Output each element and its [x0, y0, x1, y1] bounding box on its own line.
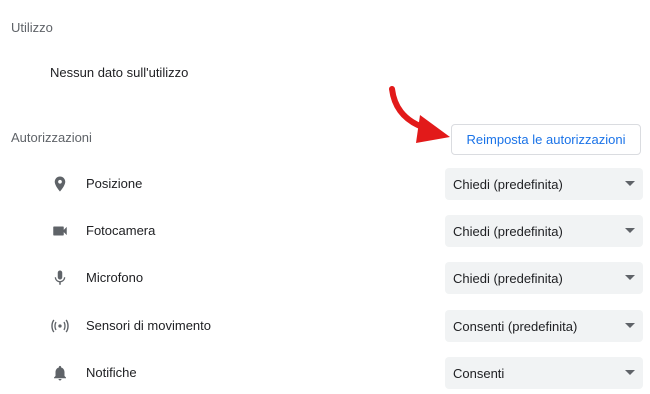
permission-label: Microfono: [86, 270, 144, 285]
usage-text: Nessun dato sull'utilizzo: [50, 65, 189, 80]
motion-sensor-icon: [50, 316, 70, 336]
permission-select-motion-sensors[interactable]: Consenti (predefinita): [445, 310, 643, 342]
permission-label: Notifiche: [86, 365, 137, 380]
red-arrow-annotation: [389, 86, 450, 143]
location-pin-icon: [50, 174, 70, 194]
permission-select-microphone[interactable]: Chiedi (predefinita): [445, 262, 643, 294]
permissions-section-title: Autorizzazioni: [11, 130, 92, 145]
dropdown-arrow-icon: [625, 275, 635, 280]
select-value: Chiedi (predefinita): [453, 270, 563, 286]
permission-label: Posizione: [86, 176, 143, 191]
permission-row-microphone: Microfono Chiedi (predefinita): [0, 262, 650, 294]
bell-icon: [50, 363, 70, 383]
dropdown-arrow-icon: [625, 228, 635, 233]
permission-label: Sensori di movimento: [86, 318, 211, 333]
permission-row-location: Posizione Chiedi (predefinita): [0, 168, 650, 200]
select-value: Consenti (predefinita): [453, 318, 578, 334]
dropdown-arrow-icon: [625, 370, 635, 375]
reset-permissions-button[interactable]: Reimposta le autorizzazioni: [451, 124, 641, 155]
dropdown-arrow-icon: [625, 181, 635, 186]
permission-select-notifications[interactable]: Consenti: [445, 357, 643, 389]
dropdown-arrow-icon: [625, 323, 635, 328]
permission-select-camera[interactable]: Chiedi (predefinita): [445, 215, 643, 247]
permission-row-motion-sensors: Sensori di movimento Consenti (predefini…: [0, 310, 650, 342]
camera-icon: [50, 221, 70, 241]
select-value: Chiedi (predefinita): [453, 176, 563, 192]
microphone-icon: [50, 268, 70, 288]
permission-row-camera: Fotocamera Chiedi (predefinita): [0, 215, 650, 247]
select-value: Chiedi (predefinita): [453, 223, 563, 239]
permission-row-notifications: Notifiche Consenti: [0, 357, 650, 389]
usage-section-title: Utilizzo: [11, 20, 53, 35]
select-value: Consenti: [453, 365, 505, 381]
permission-select-location[interactable]: Chiedi (predefinita): [445, 168, 643, 200]
permission-label: Fotocamera: [86, 223, 156, 238]
